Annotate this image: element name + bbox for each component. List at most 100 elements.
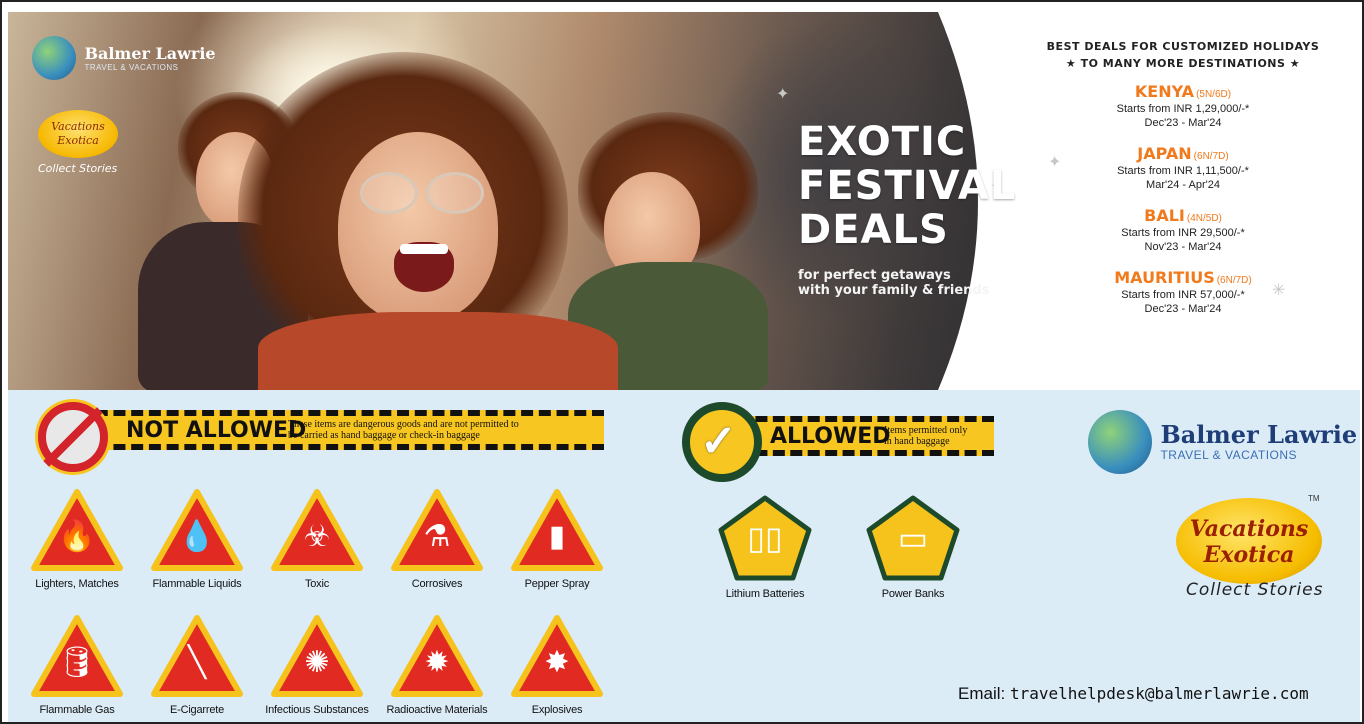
corrosive-icon: ⚗ (390, 488, 484, 572)
power-bank-icon: ▭ (865, 494, 961, 582)
deal-destination: MAURITIUS (1114, 268, 1215, 287)
email-link[interactable]: travelhelpdesk@balmerlawrie.com (1010, 684, 1309, 703)
badge-word-1: Vacations (1189, 516, 1309, 542)
item-label: Power Banks (881, 588, 945, 600)
deal-duration: (4N/5D) (1186, 213, 1222, 224)
badge-word-2: Exotica (57, 134, 99, 147)
glasses-left (360, 172, 418, 214)
explosion-icon: ✸ (510, 614, 604, 698)
radiation-icon: ✹ (390, 614, 484, 698)
not-allowed-band: NOT ALLOWED These items are dangerous go… (78, 410, 604, 450)
glasses-right (426, 172, 484, 214)
item-label: Lighters, Matches (35, 578, 119, 590)
promo-banner: Balmer Lawrie TRAVEL & VACATIONS Vacatio… (8, 12, 1360, 390)
badge-word-1: Vacations (51, 120, 105, 133)
not-allowed-item: ✺ Infectious Substances (262, 614, 372, 716)
spray-can-icon: ▮ (510, 488, 604, 572)
brand-tagline: TRAVEL & VACATIONS (1160, 448, 1298, 462)
headline: EXOTIC FESTIVAL DEALS for perfect getawa… (798, 120, 1018, 298)
balmer-lawrie-logo-icon (32, 36, 76, 80)
headline-line-1: EXOTIC (798, 119, 967, 165)
vacations-exotica-logo: Vacations Exotica (1176, 498, 1322, 584)
deals-heading: BEST DEALS FOR CUSTOMIZED HOLIDAYS (1046, 40, 1320, 53)
deal-kenya: KENYA (5N/6D) Starts from INR 1,29,000/-*… (1018, 82, 1348, 130)
not-allowed-item: ✸ Explosives (502, 614, 612, 716)
deal-price: Starts from INR 29,500/-* (1121, 227, 1245, 239)
person-center-body (258, 312, 618, 390)
motto: Collect Stories (1186, 580, 1324, 600)
brand-logo-top: Balmer Lawrie TRAVEL & VACATIONS (32, 36, 216, 80)
allowed-item: ▭ Power Banks (858, 494, 968, 600)
headline-line-3: DEALS (798, 207, 949, 253)
sparkle-icon: ✦ (776, 86, 790, 103)
deals-subheading: ★ TO MANY MORE DESTINATIONS ★ (1065, 57, 1301, 70)
allowed-note: Items permitted only in hand baggage (884, 425, 967, 447)
deal-dates: Nov'23 - Mar'24 (1144, 241, 1222, 253)
teeth (400, 244, 448, 254)
biohazard-icon: ☣ (270, 488, 364, 572)
deal-price: Starts from INR 1,29,000/-* (1116, 103, 1250, 115)
item-label: Lithium Batteries (725, 588, 805, 600)
subline-1: for perfect getaways (798, 268, 951, 283)
trademark-mark: TM (1308, 494, 1320, 503)
deal-duration: (5N/6D) (1196, 89, 1232, 100)
e-cigarette-icon: ╲ (150, 614, 244, 698)
lighter-icon: 🔥 (30, 488, 124, 572)
item-label: Flammable Gas (39, 704, 115, 716)
item-label: Toxic (304, 578, 330, 590)
item-label: Explosives (531, 704, 583, 716)
item-label: Pepper Spray (524, 578, 590, 590)
email-label: Email: (958, 684, 1006, 703)
note-line-1: These items are dangerous goods and are … (288, 419, 519, 430)
deal-bali: BALI (4N/5D) Starts from INR 29,500/-* No… (1018, 206, 1348, 254)
deal-price: Starts from INR 57,000/-* (1121, 289, 1245, 301)
badge-word-2: Exotica (1203, 542, 1295, 568)
item-label: E-Cigarrete (169, 704, 225, 716)
deal-japan: JAPAN (6N/7D) Starts from INR 1,11,500/-*… (1018, 144, 1348, 192)
balmer-lawrie-logo-icon (1088, 410, 1152, 474)
deal-dates: Dec'23 - Mar'24 (1144, 303, 1222, 315)
note-line-2: be carried as hand baggage or check-in b… (288, 430, 480, 441)
not-allowed-item: ☣ Toxic (262, 488, 372, 590)
note-line-1: Items permitted only (884, 425, 968, 436)
virus-icon: ✺ (270, 614, 364, 698)
deal-price: Starts from INR 1,11,500/-* (1117, 165, 1249, 177)
item-label: Infectious Substances (265, 704, 369, 716)
subline-2: with your family & friends (798, 283, 990, 298)
deal-destination: BALI (1144, 206, 1185, 225)
not-allowed-title: NOT ALLOWED (126, 418, 307, 443)
motto-top: Collect Stories (38, 162, 118, 175)
brand-name: Balmer Lawrie (84, 43, 216, 63)
battery-icon: ▯▯ (717, 494, 813, 582)
not-allowed-item: ⚗ Corrosives (382, 488, 492, 590)
deal-duration: (6N/7D) (1193, 151, 1229, 162)
checkmark-icon: ✓ (682, 402, 762, 482)
poster: Balmer Lawrie TRAVEL & VACATIONS Vacatio… (0, 0, 1364, 724)
gas-cylinder-icon: 🛢 (30, 614, 124, 698)
item-label: Corrosives (411, 578, 463, 590)
person-center-face (338, 132, 498, 322)
item-label: Flammable Liquids (152, 578, 242, 590)
vacations-exotica-logo: Vacations Exotica (38, 110, 118, 158)
deal-dates: Dec'23 - Mar'24 (1144, 117, 1222, 129)
deal-dates: Mar'24 - Apr'24 (1146, 179, 1220, 191)
deal-duration: (6N/7D) (1216, 275, 1252, 286)
headline-line-2: FESTIVAL (798, 163, 1017, 209)
note-line-2: in hand baggage (884, 436, 950, 447)
brand-name: Balmer Lawrie (1160, 420, 1358, 449)
prohibited-icon (38, 402, 108, 472)
deal-destination: KENYA (1134, 82, 1195, 101)
item-label: Radioactive Materials (386, 704, 488, 716)
not-allowed-item: ✹ Radioactive Materials (382, 614, 492, 716)
allowed-item: ▯▯ Lithium Batteries (710, 494, 820, 600)
allowed-title: ALLOWED (770, 424, 891, 449)
baggage-rules-section: NOT ALLOWED These items are dangerous go… (8, 390, 1360, 722)
not-allowed-note: These items are dangerous goods and are … (288, 419, 519, 441)
deals-panel: BEST DEALS FOR CUSTOMIZED HOLIDAYS ★ TO … (1018, 40, 1348, 316)
deal-mauritius: MAURITIUS (6N/7D) Starts from INR 57,000/… (1018, 268, 1348, 316)
brand-logo-bottom: Balmer Lawrie TRAVEL & VACATIONS (1088, 410, 1357, 474)
not-allowed-item: 💧 Flammable Liquids (142, 488, 252, 590)
not-allowed-item: ▮ Pepper Spray (502, 488, 612, 590)
not-allowed-item: ╲ E-Cigarrete (142, 614, 252, 716)
allowed-band: ALLOWED Items permitted only in hand bag… (738, 416, 994, 456)
